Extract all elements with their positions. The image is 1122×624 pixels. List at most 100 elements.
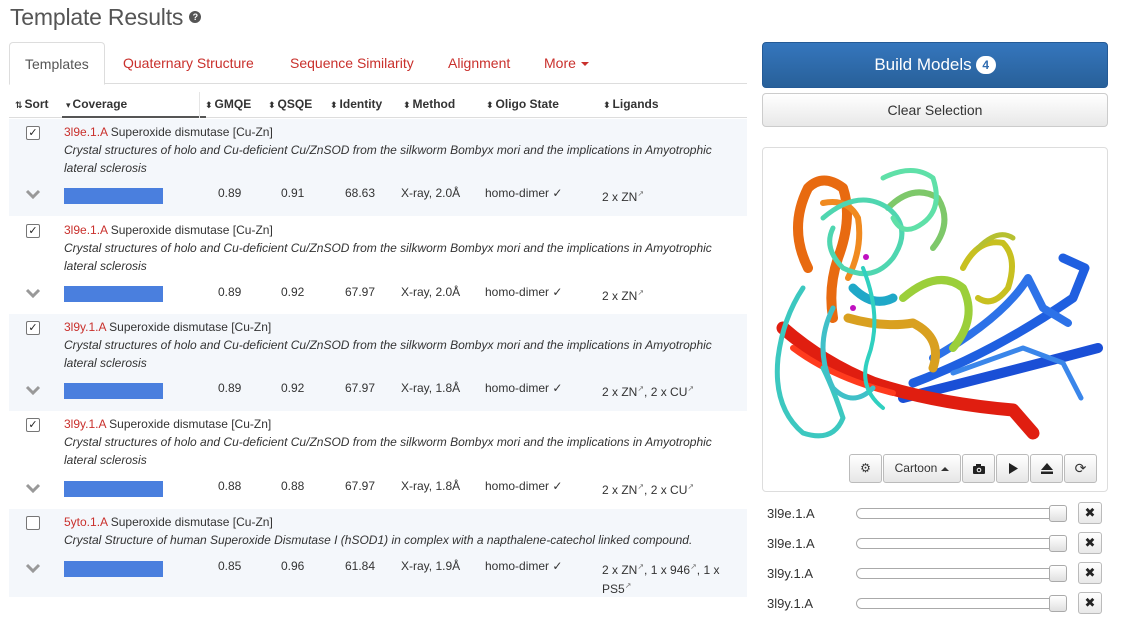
tab-templates[interactable]: Templates xyxy=(9,42,105,85)
method-value: X-ray, 1.8Å xyxy=(401,479,461,493)
template-name: Superoxide dismutase [Cu-Zn] xyxy=(109,320,272,334)
template-id-link[interactable]: 3l9y.1.A xyxy=(64,320,106,334)
coverage-bar xyxy=(64,383,163,399)
external-link-icon: ↗ xyxy=(637,384,645,393)
chevron-down-icon[interactable] xyxy=(25,483,41,493)
template-checkbox[interactable]: ✓ xyxy=(26,224,40,238)
external-link-icon: ↗ xyxy=(690,562,697,571)
chevron-down-icon[interactable] xyxy=(25,288,41,298)
close-icon: ✖ xyxy=(1084,595,1096,610)
sort-icon: ⬍ xyxy=(403,100,411,110)
eject-button[interactable] xyxy=(1030,454,1063,483)
ligand-link[interactable]: 2 x ZN xyxy=(602,289,637,303)
template-name: Superoxide dismutase [Cu-Zn] xyxy=(110,125,273,139)
chevron-down-icon[interactable] xyxy=(25,189,41,199)
ligand-link[interactable]: 2 x ZN xyxy=(602,385,637,399)
tab-quaternary-structure[interactable]: Quaternary Structure xyxy=(108,42,269,84)
identity-value: 68.63 xyxy=(345,186,376,200)
chevron-down-icon[interactable] xyxy=(25,385,41,395)
identity-header[interactable]: ⬍ Identity xyxy=(330,97,382,111)
settings-gear-button[interactable]: ⚙ xyxy=(849,454,882,483)
slider-handle[interactable] xyxy=(1049,535,1067,552)
template-row[interactable]: ✓ 3l9e.1.A Superoxide dismutase [Cu-Zn] … xyxy=(9,119,747,216)
ligand-link[interactable]: 1 x 946 xyxy=(651,563,690,577)
template-row[interactable]: ✓ 3l9y.1.A Superoxide dismutase [Cu-Zn] … xyxy=(9,314,747,411)
protein-structure-image[interactable] xyxy=(763,148,1108,448)
remove-model-button[interactable]: ✖ xyxy=(1078,562,1102,584)
qsqe-value: 0.88 xyxy=(281,479,305,493)
template-description: Crystal structures of holo and Cu-defici… xyxy=(64,338,712,370)
template-checkbox[interactable]: ✓ xyxy=(26,418,40,432)
tab-alignment[interactable]: Alignment xyxy=(433,42,525,84)
template-id-link[interactable]: 3l9e.1.A xyxy=(64,223,107,237)
opacity-slider[interactable] xyxy=(856,565,1067,582)
template-description: Crystal structures of holo and Cu-defici… xyxy=(64,435,712,467)
method-header-label: Method xyxy=(412,97,456,111)
remove-model-button[interactable]: ✖ xyxy=(1078,592,1102,614)
chevron-down-icon[interactable] xyxy=(25,563,41,573)
model-label: 3l9y.1.A xyxy=(767,596,814,611)
template-checkbox[interactable]: ✓ xyxy=(26,321,40,335)
opacity-slider[interactable] xyxy=(856,505,1067,522)
external-link-icon: ↗ xyxy=(624,581,632,590)
template-id-link[interactable]: 3l9e.1.A xyxy=(64,125,107,139)
structure-viewer[interactable]: ⚙ Cartoon ⟳ xyxy=(762,147,1108,492)
opacity-slider[interactable] xyxy=(856,535,1067,552)
gear-icon: ⚙ xyxy=(860,461,871,475)
close-icon: ✖ xyxy=(1084,505,1096,520)
eject-icon xyxy=(1040,463,1053,475)
oligo-state-value: homo-dimer ✓ xyxy=(485,559,563,573)
sort-icon: ⬍ xyxy=(205,100,213,110)
gmqe-value: 0.89 xyxy=(218,186,242,200)
model-label: 3l9y.1.A xyxy=(767,566,814,581)
reset-view-button[interactable]: ⟳ xyxy=(1064,454,1097,483)
template-id-link[interactable]: 5yto.1.A xyxy=(64,515,107,529)
render-style-dropdown[interactable]: Cartoon xyxy=(883,454,961,483)
gmqe-header[interactable]: ⬍ GMQE xyxy=(205,97,251,111)
clear-selection-button[interactable]: Clear Selection xyxy=(762,93,1108,127)
oligo-state-value: homo-dimer ✓ xyxy=(485,381,563,395)
slider-handle[interactable] xyxy=(1049,565,1067,582)
build-models-button[interactable]: Build Models 4 xyxy=(762,42,1108,88)
tab-more-label: More xyxy=(544,55,576,71)
column-divider xyxy=(199,92,200,118)
gmqe-value: 0.89 xyxy=(218,285,242,299)
template-row[interactable]: 5yto.1.A Superoxide dismutase [Cu-Zn] Cr… xyxy=(9,509,747,597)
template-checkbox[interactable] xyxy=(26,516,40,530)
oligo-state-header-label: Oligo State xyxy=(495,97,559,111)
oligo-state-value: homo-dimer ✓ xyxy=(485,186,563,200)
template-title: 3l9e.1.A Superoxide dismutase [Cu-Zn] xyxy=(64,125,273,139)
qsqe-header[interactable]: ⬍ QSQE xyxy=(268,97,312,111)
ligand-link[interactable]: 2 x ZN xyxy=(602,563,637,577)
remove-model-button[interactable]: ✖ xyxy=(1078,532,1102,554)
ligand-link[interactable]: 2 x ZN xyxy=(602,190,637,204)
template-row[interactable]: ✓ 3l9y.1.A Superoxide dismutase [Cu-Zn] … xyxy=(9,411,747,509)
method-header[interactable]: ⬍ Method xyxy=(403,97,455,111)
opacity-slider[interactable] xyxy=(856,595,1067,612)
slider-handle[interactable] xyxy=(1049,595,1067,612)
method-value: X-ray, 1.9Å xyxy=(401,559,461,573)
sort-icon: ⬍ xyxy=(268,100,276,110)
tab-sequence-similarity[interactable]: Sequence Similarity xyxy=(275,42,429,84)
screenshot-button[interactable] xyxy=(962,454,995,483)
template-description: Crystal Structure of human Superoxide Di… xyxy=(64,533,693,547)
template-description: Crystal structures of holo and Cu-defici… xyxy=(64,143,712,175)
coverage-header[interactable]: ▾ Coverage xyxy=(66,97,127,111)
template-name: Superoxide dismutase [Cu-Zn] xyxy=(110,515,273,529)
tab-more[interactable]: More xyxy=(529,42,604,84)
template-id-link[interactable]: 3l9y.1.A xyxy=(64,417,106,431)
template-checkbox[interactable]: ✓ xyxy=(26,126,40,140)
ligand-link[interactable]: 2 x CU xyxy=(651,385,688,399)
ligand-link[interactable]: 2 x CU xyxy=(651,483,688,497)
ligand-link[interactable]: 2 x ZN xyxy=(602,483,637,497)
slider-handle[interactable] xyxy=(1049,505,1067,522)
play-spin-button[interactable] xyxy=(996,454,1029,483)
oligo-state-header[interactable]: ⬍ Oligo State xyxy=(486,97,559,111)
remove-model-button[interactable]: ✖ xyxy=(1078,502,1102,524)
qsqe-value: 0.92 xyxy=(281,381,305,395)
sort-header[interactable]: ⇅ Sort xyxy=(15,97,49,111)
help-icon[interactable]: ? xyxy=(189,10,202,23)
ligands-header[interactable]: ⬍ Ligands xyxy=(603,97,659,111)
template-row[interactable]: ✓ 3l9e.1.A Superoxide dismutase [Cu-Zn] … xyxy=(9,216,747,314)
ligands-header-label: Ligands xyxy=(612,97,659,111)
